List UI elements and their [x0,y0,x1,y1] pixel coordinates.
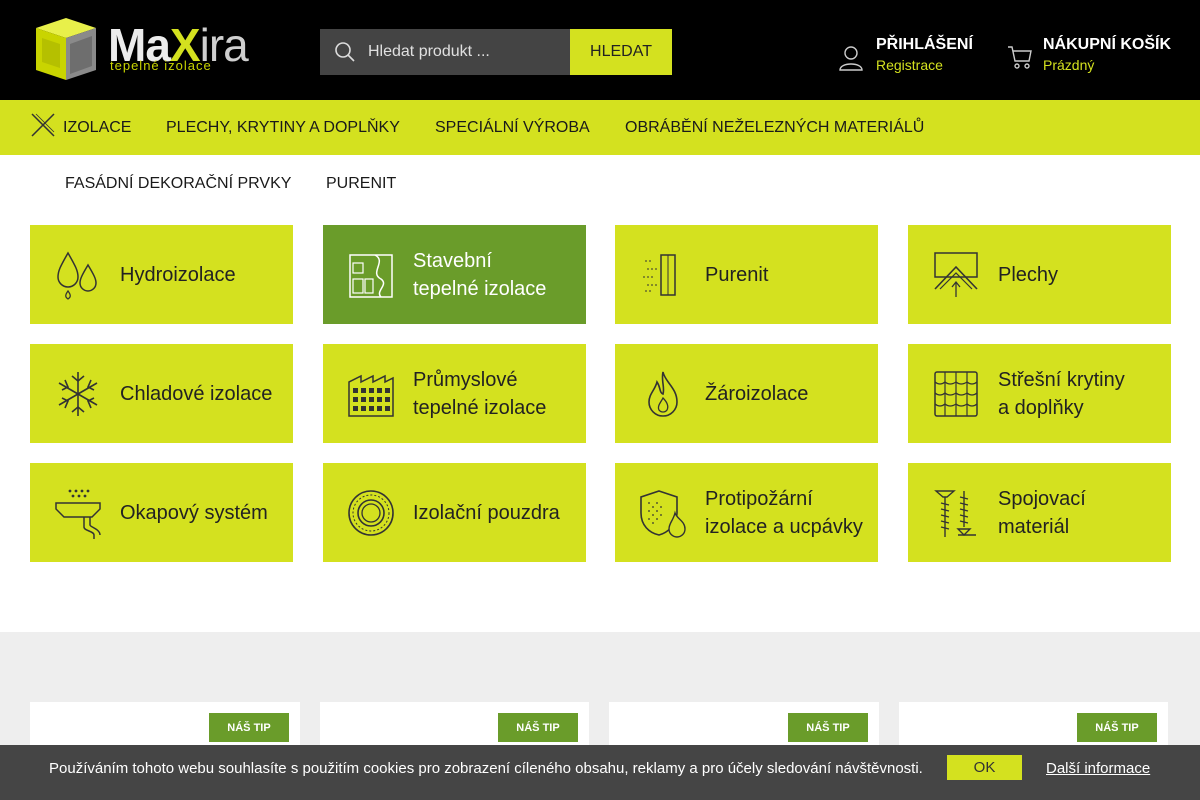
maxira-logo[interactable]: MaXira tepelné izolace [30,14,275,86]
category-label: Stavební tepelné izolace [413,249,547,300]
building-insulation-icon [349,254,393,298]
gutter-icon [55,489,101,539]
snowflake-icon [58,372,98,416]
fire-shield-icon [640,490,686,538]
cart-icon [1008,46,1032,69]
factory-icon [348,374,394,417]
category-tile-prumyslove-izolace[interactable]: Průmyslové tepelné izolace [323,344,586,443]
category-tile-chladove-izolace[interactable]: Chladové izolace [30,344,293,443]
user-icon [839,46,863,71]
category-label: Spojovací materiál [998,487,1086,538]
category-label: Protipožární izolace a ucpávky [705,487,863,538]
category-label: Okapový systém [120,501,268,524]
account-block[interactable]: PŘIHLÁŠENÍ Registrace [838,36,973,73]
search-button[interactable]: HLEDAT [570,29,672,75]
cart-status: Prázdný [1043,57,1095,73]
logo-tagline: tepelné izolace [110,58,212,73]
nav-item-fasadni-prvky[interactable]: FASÁDNÍ DEKORAČNÍ PRVKY [65,175,291,193]
category-tile-plechy[interactable]: Plechy [908,225,1171,324]
our-tip-badge: NÁŠ TIP [209,713,289,742]
search-form: HLEDAT [320,29,672,75]
category-label: Žároizolace [705,382,809,405]
our-tip-badge: NÁŠ TIP [1077,713,1157,742]
nav-item-specialni-vyroba[interactable]: SPECIÁLNÍ VÝROBA [435,119,590,137]
category-label: Izolační pouzdra [413,501,560,524]
search-field [320,29,570,75]
water-drops-icon [57,251,97,300]
cookie-more-link[interactable]: Další informace [1046,760,1150,777]
logo-cube-icon [36,18,96,80]
cookie-message: Používáním tohoto webu souhlasíte s použ… [49,760,923,777]
purenit-panel-icon [643,254,676,296]
login-link[interactable]: PŘIHLÁŠENÍ [876,36,973,54]
nav-item-obrabeni[interactable]: OBRÁBĚNÍ NEŽELEZNÝCH MATERIÁLŮ [625,119,924,137]
search-icon [335,42,355,62]
screws-icon [934,490,976,537]
cookie-ok-button[interactable]: OK [947,755,1022,780]
sheet-metal-icon [934,252,978,297]
maxira-x-icon [31,113,55,137]
roof-tiles-icon [934,371,978,417]
category-label: Střešní krytiny a doplňky [998,368,1125,419]
cookie-bar: Používáním tohoto webu souhlasíte s použ… [0,745,1200,800]
site-header: MaXira tepelné izolace HLEDAT PŘIHLÁŠENÍ… [0,0,1200,100]
our-tip-badge: NÁŠ TIP [788,713,868,742]
flame-icon [648,371,678,417]
search-input[interactable] [368,43,558,61]
category-label: Plechy [998,263,1059,286]
category-tile-stavebni-izolace[interactable]: Stavební tepelné izolace [323,225,586,324]
nav-item-izolace[interactable]: IZOLACE [63,119,131,137]
register-link[interactable]: Registrace [876,57,973,73]
category-tile-okapovy-system[interactable]: Okapový systém [30,463,293,562]
category-tile-izolacni-pouzdra[interactable]: Izolační pouzdra [323,463,586,562]
nav-item-purenit[interactable]: PURENIT [326,175,396,193]
category-tile-purenit[interactable]: Purenit [615,225,878,324]
category-tile-stresni-krytiny[interactable]: Střešní krytiny a doplňky [908,344,1171,443]
our-tip-badge: NÁŠ TIP [498,713,578,742]
category-tile-hydroizolace[interactable]: Hydroizolace [30,225,293,324]
main-nav: IZOLACE PLECHY, KRYTINY A DOPLŇKY SPECIÁ… [0,100,1200,155]
cart-block[interactable]: NÁKUPNÍ KOŠÍK Prázdný [1007,36,1171,73]
category-label: Purenit [705,263,769,286]
pipe-section-icon [348,490,394,536]
category-label: Hydroizolace [120,263,236,286]
cart-title[interactable]: NÁKUPNÍ KOŠÍK [1043,36,1171,54]
category-label: Průmyslové tepelné izolace [413,368,547,419]
nav-item-plechy[interactable]: PLECHY, KRYTINY A DOPLŇKY [166,119,400,137]
category-label: Chladové izolace [120,382,273,405]
category-tile-zaroizolace[interactable]: Žároizolace [615,344,878,443]
category-tile-protipozarni-izolace[interactable]: Protipožární izolace a ucpávky [615,463,878,562]
category-tile-spojovaci-material[interactable]: Spojovací materiál [908,463,1171,562]
